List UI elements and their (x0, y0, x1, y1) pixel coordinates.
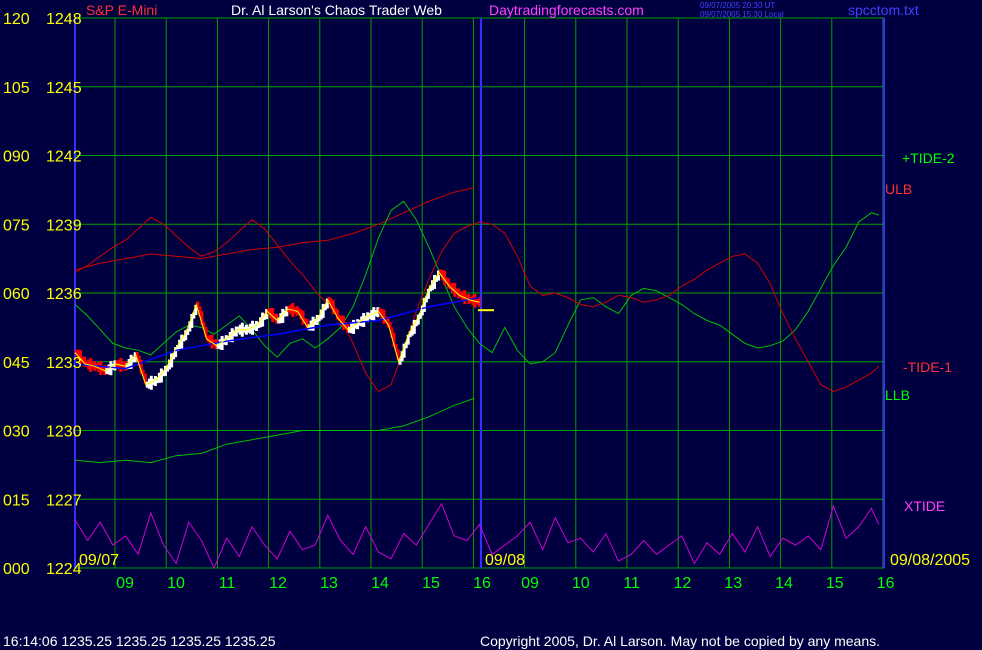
x-axis-hour-label-day1: 11 (219, 575, 236, 592)
legend-label-xtide: XTIDE (904, 498, 945, 514)
x-axis-hour-label-day1: 14 (371, 575, 389, 592)
y-axis-price-label: 1236 (46, 286, 82, 303)
y-axis-index-label: 045 (3, 355, 30, 372)
y-axis-price-label: 1224 (46, 561, 82, 578)
legend-label-tide-plus-2: +TIDE-2 (902, 150, 955, 166)
date-label-end: 09/08/2005 (890, 552, 970, 569)
header-timestamp-ut: 09/07/2005 20:30 UT (700, 1, 775, 10)
x-axis-hour-label-day2: 13 (724, 575, 742, 592)
y-axis-price-label: 1230 (46, 424, 82, 441)
footer-quote: 16:14:06 1235.25 1235.25 1235.25 1235.25 (3, 633, 276, 649)
y-axis-index-label: 120 (3, 11, 30, 28)
header-filename: spcctom.txt (848, 2, 919, 18)
y-axis-price-label: 1245 (46, 80, 82, 97)
date-label-start: 09/07 (79, 552, 119, 569)
header-symbol-label: S&P E-Mini (86, 2, 157, 18)
y-axis-index-label: 000 (3, 561, 30, 578)
footer-copyright: Copyright 2005, Dr. Al Larson. May not b… (480, 633, 880, 649)
x-axis-hour-label-day1: 15 (422, 575, 440, 592)
y-axis-index-label: 105 (3, 80, 30, 97)
x-axis-hour-label-day2: 10 (572, 575, 590, 592)
x-axis-hour-label-day2: 09 (521, 575, 539, 592)
y-axis-price-label: 1239 (46, 217, 82, 234)
chart-svg: 000 1224 015 1227 030 1230 045 1233 060 1236 075 12… (0, 0, 982, 650)
header-site: Daytradingforecasts.com (489, 2, 644, 18)
header-title: Dr. Al Larson's Chaos Trader Web (231, 2, 442, 18)
y-axis-price-label: 1227 (46, 492, 82, 509)
y-axis-price-label: 1248 (46, 11, 82, 28)
x-axis-hour-label-day2: 16 (877, 575, 895, 592)
x-axis-hour-label-day2: 11 (623, 575, 640, 592)
x-axis-hour-label-day1: 12 (269, 575, 287, 592)
legend-label-tide-minus-1: -TIDE-1 (903, 359, 952, 375)
x-axis-hour-label-day1: 16 (473, 575, 491, 592)
x-axis-hour-label-day1: 09 (116, 575, 134, 592)
date-label-day2: 09/08 (485, 552, 525, 569)
y-axis-price-label: 1242 (46, 149, 82, 166)
x-axis-hour-label-day2: 14 (775, 575, 793, 592)
y-axis-index-label: 030 (3, 424, 30, 441)
y-axis-index-label: 060 (3, 286, 30, 303)
y-axis-index-label: 090 (3, 149, 30, 166)
y-axis-index-label: 075 (3, 217, 30, 234)
x-axis-hour-label-day2: 15 (826, 575, 844, 592)
header-timestamp-local: 09/07/2005 15:30 Local (700, 10, 784, 19)
legend-label-ulb: ULB (885, 181, 912, 197)
x-axis-hour-label-day2: 12 (674, 575, 692, 592)
chart-window: 000 1224 015 1227 030 1230 045 1233 060 1236 075 12… (0, 0, 982, 650)
legend-label-llb: LLB (885, 387, 910, 403)
x-axis-hour-label-day1: 13 (320, 575, 338, 592)
y-axis-price-label: 1233 (46, 355, 82, 372)
x-axis-hour-label-day1: 10 (167, 575, 185, 592)
y-axis-index-label: 015 (3, 492, 30, 509)
